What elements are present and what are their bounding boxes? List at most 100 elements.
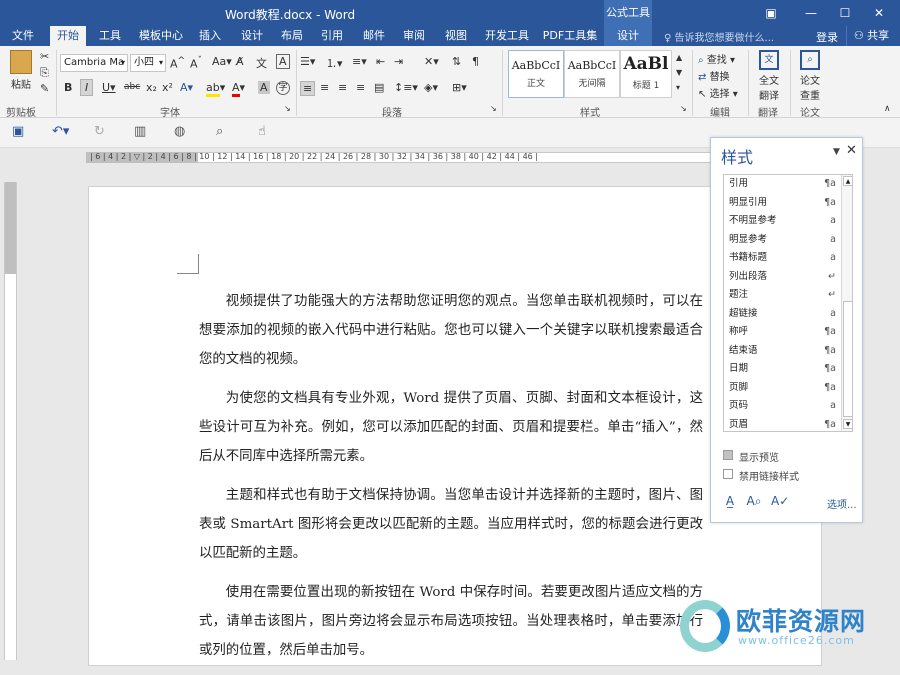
font-color-icon[interactable]: A▾ [232,81,245,97]
superscript-icon[interactable]: x² [162,81,173,94]
find-button[interactable]: ⌕ 查找 ▾ [698,51,735,66]
scroll-down-icon[interactable]: ▼ [843,419,852,429]
distributed-icon[interactable]: ▤ [374,81,384,94]
new-style-icon[interactable]: A̲ [721,492,739,510]
chevron-down-icon[interactable]: ▼ [833,147,840,157]
copy-icon[interactable]: ⎘ [40,66,49,80]
tab-developer[interactable]: 开发工具 [482,26,532,46]
subscript-icon[interactable]: x₂ [146,81,157,94]
touch-mode-icon[interactable]: ☝ [258,124,266,139]
style-item[interactable]: 引用 ¶a [724,175,842,193]
horizontal-ruler[interactable]: | 6 | 4 | 2 | ▽ | 2 | 4 | 6 | 8 | 10 | 1… [0,148,710,168]
show-preview-checkbox[interactable] [723,450,733,460]
bullets-icon[interactable]: ☰▾ [300,55,315,68]
full-translate-button[interactable]: 文 全文 翻译 [754,50,784,102]
strikethrough-icon[interactable]: abc [124,82,140,92]
collapse-ribbon-icon[interactable]: ∧ [884,104,891,114]
chinese-layout-icon[interactable]: ✕▾ [424,55,439,68]
manage-styles-icon[interactable]: A✓ [771,492,789,510]
style-heading-1[interactable]: AaBl 标题 1 [620,50,672,98]
minimize-icon[interactable]: — [796,0,826,26]
paragraph[interactable]: 为使您的文档具有专业外观，Word 提供了页眉、页脚、封面和文本框设计，这些设计… [199,384,703,471]
justify-icon[interactable]: ≡ [356,81,365,94]
paper-check-button[interactable]: ⌕ 论文 查重 [795,50,825,102]
replace-button[interactable]: ⇄ 替换 [698,68,730,83]
cut-icon[interactable]: ✂ [40,50,49,63]
tab-design[interactable]: 设计 [234,26,270,46]
style-item[interactable]: 不明显参考 a [724,212,842,230]
tab-insert[interactable]: 插入 [192,26,228,46]
close-icon[interactable]: ✕ [846,143,857,158]
undo-icon[interactable]: ↶▾ [52,124,69,139]
paragraph[interactable]: 视频提供了功能强大的方法帮助您证明您的观点。当您单击联机视频时，可以在想要添加的… [199,287,703,374]
style-item[interactable]: 称呼 ¶a [724,323,842,341]
text-effects-icon[interactable]: A▾ [180,81,193,94]
font-size-combo[interactable]: 小四 ▾ [130,54,166,72]
read-mode-icon[interactable]: ▥ [134,124,146,139]
italic-icon[interactable]: I [80,79,94,96]
char-border-icon[interactable]: A [276,54,290,69]
highlight-icon[interactable]: ab▾ [206,81,225,97]
style-item[interactable]: 结束语 ¶a [724,342,842,360]
tab-pdf-tools[interactable]: PDF工具集 [540,26,600,46]
style-item[interactable]: 页眉 ¶a [724,416,842,432]
style-item[interactable]: 明显参考 a [724,231,842,249]
enclose-char-icon[interactable]: 字 [276,81,290,95]
tell-me-box[interactable]: ♀ 告诉我您想要做什么... [664,29,774,44]
print-preview-icon[interactable]: ⌕ [216,124,223,139]
phonetic-guide-icon[interactable]: 文 [256,55,267,71]
style-no-spacing[interactable]: AaBbCcI 无间隔 [564,50,620,98]
numbering-icon[interactable]: ⒈▾ [326,55,343,71]
redo-icon[interactable]: ↻ [94,124,105,139]
style-item[interactable]: 列出段落 ↵ [724,268,842,286]
styles-gallery-scroll[interactable]: ▲ ▼ ▾ [676,50,682,95]
paragraph[interactable]: 使用在需要位置出现的新按钮在 Word 中保存时间。若要更改图片适应文档的方式，… [199,578,703,665]
font-name-combo[interactable]: Cambria Ma ▾ [60,54,128,72]
style-item[interactable]: 题注 ↵ [724,286,842,304]
show-marks-icon[interactable]: ¶ [472,55,479,68]
styles-list[interactable]: 引用 ¶a 明显引用 ¶a 不明显参考 a 明显参考 a 书籍标题 a 列出段落 ↵ 题注 ↵… [723,174,853,432]
close-icon[interactable]: ✕ [864,0,894,26]
tab-references[interactable]: 引用 [314,26,350,46]
save-icon[interactable]: ▣ [12,124,24,139]
tab-tools[interactable]: 工具 [92,26,128,46]
vertical-ruler[interactable] [4,182,17,660]
change-case-icon[interactable]: Aa▾ [212,55,232,68]
line-spacing-icon[interactable]: ↕≡▾ [394,81,418,94]
disable-linked-styles-checkbox[interactable] [723,469,733,479]
tab-mailings[interactable]: 邮件 [356,26,392,46]
options-link[interactable]: 选项... [827,496,857,511]
shading-icon[interactable]: ◈▾ [424,81,438,94]
web-layout-icon[interactable]: ◍ [174,124,185,139]
tab-equation-design[interactable]: 设计 [604,26,652,46]
style-item[interactable]: 日期 ¶a [724,360,842,378]
share-button[interactable]: ⚇ 共享 [846,26,896,46]
font-dialog-launcher-icon[interactable]: ↘ [284,104,291,113]
decrease-indent-icon[interactable]: ⇤ [376,55,385,68]
tab-templates[interactable]: 模板中心 [134,26,188,46]
sort-icon[interactable]: ⇅ [452,55,461,68]
bold-icon[interactable]: B [64,81,72,94]
style-item[interactable]: 书籍标题 a [724,249,842,267]
scroll-thumb[interactable] [843,301,852,417]
style-inspector-icon[interactable]: A⌕ [745,492,763,510]
scroll-up-icon[interactable]: ▲ [843,176,852,186]
tab-layout[interactable]: 布局 [274,26,310,46]
style-normal[interactable]: AaBbCcI 正文 [508,50,564,98]
tab-home[interactable]: 开始 [50,26,86,46]
align-right-icon[interactable]: ≡ [338,81,347,94]
ribbon-display-icon[interactable]: ▣ [756,0,786,26]
paragraph-dialog-launcher-icon[interactable]: ↘ [490,104,497,113]
paragraph[interactable]: 主题和样式也有助于文档保持协调。当您单击设计并选择新的主题时，图片、图表或 Sm… [199,481,703,568]
document-scrollbar[interactable] [880,148,900,660]
style-item[interactable]: 超链接 a [724,305,842,323]
tab-file[interactable]: 文件 [4,26,42,46]
format-painter-icon[interactable]: ✎ [40,82,49,95]
maximize-icon[interactable]: ☐ [830,0,860,26]
align-center-icon[interactable]: ≡ [320,81,329,94]
style-item[interactable]: 页脚 ¶a [724,379,842,397]
styles-dialog-launcher-icon[interactable]: ↘ [680,104,687,113]
styles-list-scrollbar[interactable]: ▲ ▼ [841,175,852,431]
increase-indent-icon[interactable]: ⇥ [394,55,403,68]
login-button[interactable]: 登录 [816,29,838,45]
